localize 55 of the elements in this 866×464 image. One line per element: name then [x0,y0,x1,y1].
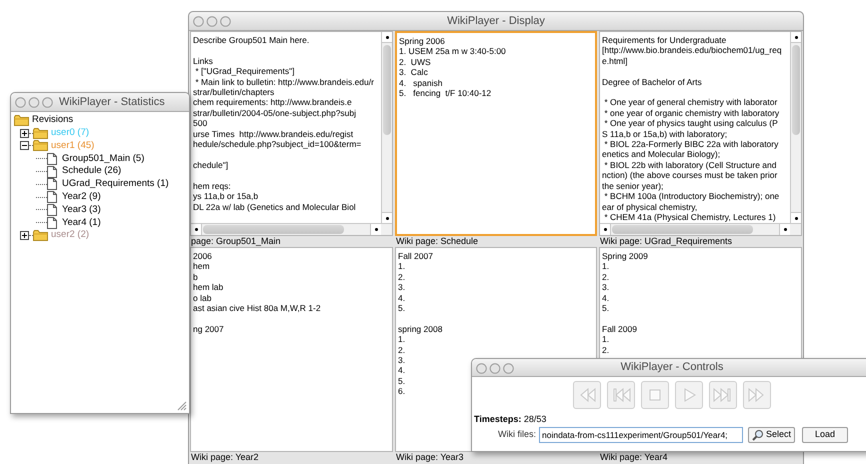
text-pane[interactable]: Spring 2006 1. USEM 25a m w 3:40-5:00 2. UWS 3. Calc 4. spanish 5. fencing t/F 10:40-12 [395,31,597,236]
folder-icon [33,128,48,139]
page-text: Requirements for Undergraduate [http://www.bio.brandeis.edu/biochem01/ug_req e.html] Degree of Bachelor of Arts * One year of general chemistry with laborator * one year of organic chemistry with laboratory * One year of physics taught using calculus (P S 11a,b or 15a,b) with laboratory; * BIOL 22a-Formerly BIBC 22a with laboratory enetics and Molecular Biology); * BIOL 22b with laboratory (Cell Structure and nction) (the above courses must be taken prior the senior year); * BCHM 100a (Introductory Biochemistry); one ear of physical chemistry, * CHEM 41a (Physical Chemistry, Lectures 1) [601,34,782,222]
file-icon [47,204,57,216]
field-label: Wiki files: [497,428,537,442]
tree-item[interactable]: Year4 (1) [62,216,101,230]
text-pane[interactable] [190,31,393,236]
pane-label: Wiki page: UGrad_Requirements [599,236,734,246]
pane-label: page: Group501_Main [190,236,282,246]
pane-label: Wiki page: Year4 [599,452,669,462]
pane-label: Wiki page: Year3 [395,452,465,462]
folder-icon [14,114,29,126]
select-button[interactable]: Select [748,427,796,443]
vertical-scrollbar[interactable] [381,32,392,223]
timesteps-text: Timesteps: 28/53 [473,413,546,424]
search-icon [752,429,764,441]
pane-label: Wiki page: Year2 [190,452,260,462]
file-icon [47,166,57,178]
folder-icon [33,230,48,242]
file-icon [47,178,57,190]
wiki-files-field[interactable]: noindata-from-cs111experiment/Group501/Year4; [539,427,743,443]
window-controls-icon[interactable] [476,363,514,374]
skip-forward-icon [713,385,733,405]
page-text: Spring 2009 1. 2. 3. 4. 5. Fall 2009 1. 2. [601,250,648,356]
horizontal-scrollbar[interactable] [600,223,801,235]
tree-item[interactable]: Year3 (3) [62,202,101,218]
window-controls-icon[interactable] [193,16,231,27]
tree-item[interactable]: Group501_Main (5) [62,152,144,166]
page-text: Spring 2006 1. USEM 25a m w 3:40-5:00 2. UWS 3. Calc 4. spanish 5. fencing t/F 10:40-12 [398,35,506,98]
tree-toggle[interactable] [20,128,29,138]
file-icon [47,191,57,204]
text-pane[interactable] [599,31,802,236]
file-icon [47,216,57,229]
window-title: WikiPlayer - Display [447,14,545,29]
window-title: WikiPlayer - Controls [620,360,724,376]
tree-item[interactable]: Year2 (9) [62,190,101,204]
tree-toggle[interactable] [20,231,29,240]
load-button[interactable]: Load [802,427,848,443]
folder-icon [33,140,48,152]
window-controls-icon[interactable] [15,96,53,108]
tree-item[interactable]: Revisions [32,113,74,128]
tree-item[interactable]: UGrad_Requirements (1) [62,177,169,192]
tree-toggle[interactable] [20,141,29,150]
page-text: Describe Group501 Main here. Links * ["UGrad_Requirements"] * Main link to bulletin: http://www.brandeis.edu/r strar/bulletin/chapters chem requirements: http://www.brandeis.e strar/bulletin/2004-05/one-subject.php?subj 500 urse Times http://www.brandeis.edu/regist hedule/schedule.php?subject_id=100&term= chedule"] hem reqs: ys 11a,b or 15a,b DL 22a w/ lab (Genetics and Molecular Biol [192,34,374,212]
text-pane[interactable]: 2006 hem b hem lab o lab ast asian cive Hist 80a M,W,R 1-2 ng 2007 [190,247,393,452]
horizontal-scrollbar[interactable] [191,223,392,235]
window-title: WikiPlayer - Statistics [59,94,165,110]
page-text: Fall 2007 1. 2. 3. 4. 5. spring 2008 1. 2. 3. 4. 5. 6. [397,250,442,397]
file-icon [47,152,57,165]
tree-item[interactable]: Schedule (26) [62,164,122,179]
pane-label: Wiki page: Schedule [395,236,480,246]
skip-back-icon [611,385,631,405]
page-text: 2006 hem b hem lab o lab ast asian cive Hist 80a M,W,R 1-2 ng 2007 [192,250,321,334]
resize-grip-icon[interactable] [176,400,187,411]
vertical-scrollbar[interactable] [790,32,801,223]
